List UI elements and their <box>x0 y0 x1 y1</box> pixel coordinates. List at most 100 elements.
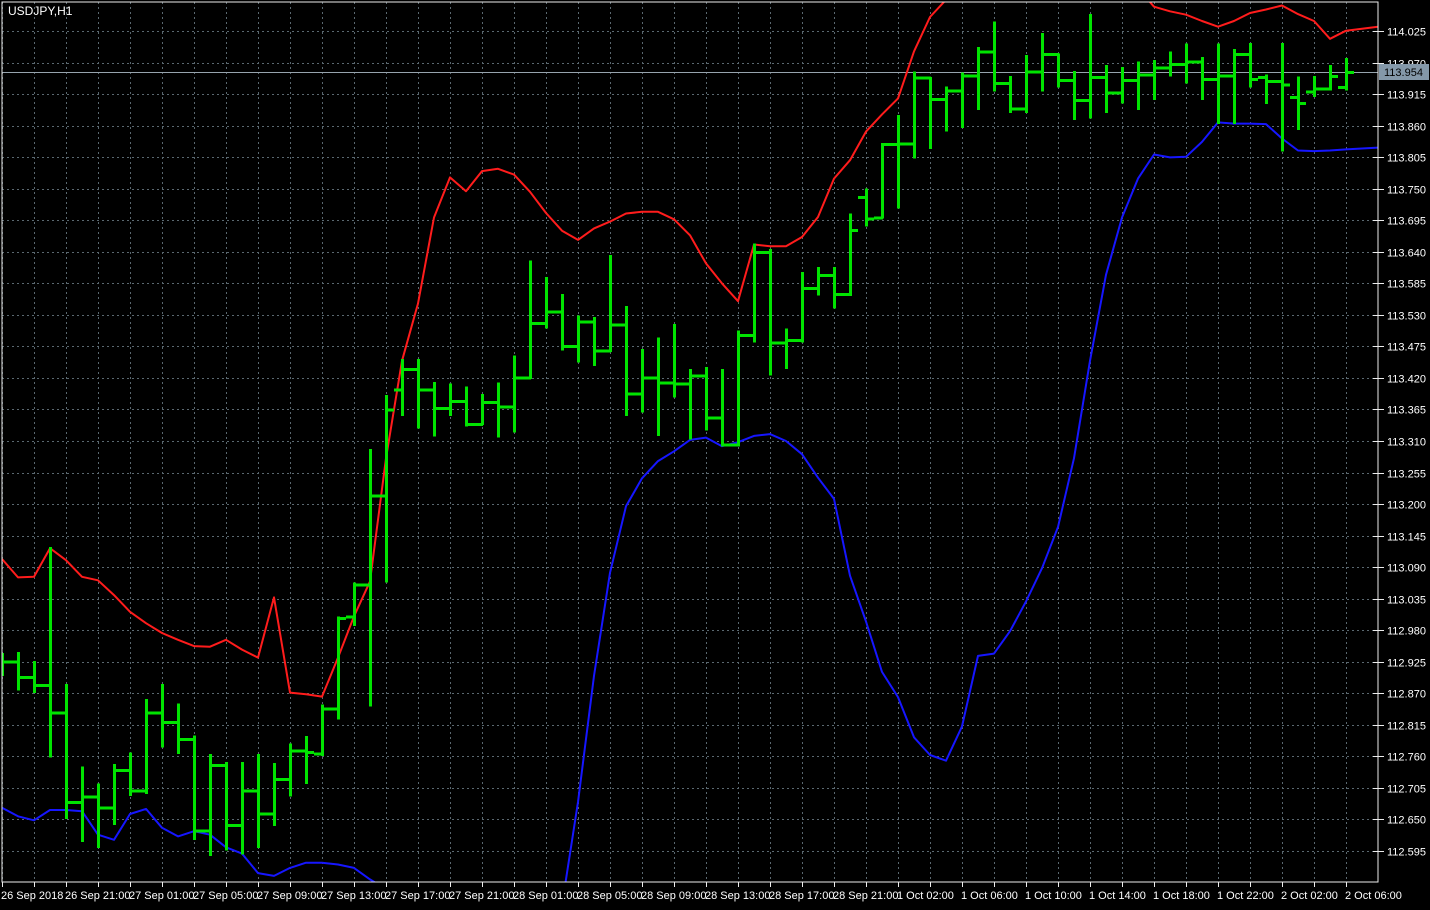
price-axis-label: 113.365 <box>1387 405 1426 417</box>
close-tick <box>385 408 394 412</box>
close-tick <box>225 823 234 827</box>
price-axis-label: 112.980 <box>1387 626 1426 638</box>
open-tick <box>234 823 243 827</box>
time-axis-label: 26 Sep 2018 <box>1 890 63 902</box>
open-tick <box>394 388 403 392</box>
close-tick <box>689 374 698 378</box>
price-axis-label: 113.255 <box>1387 469 1426 481</box>
close-tick <box>1249 77 1258 81</box>
close-tick <box>1329 75 1338 78</box>
open-tick <box>1226 74 1235 78</box>
close-tick <box>401 367 410 371</box>
close-tick <box>177 738 186 741</box>
open-tick <box>986 50 995 54</box>
close-tick <box>1313 87 1322 91</box>
close-tick <box>417 388 426 392</box>
open-tick <box>218 763 227 767</box>
open-tick <box>650 376 659 380</box>
chart-background <box>0 0 1430 910</box>
close-tick <box>753 250 762 254</box>
time-axis-label: 28 Sep 13:00 <box>705 890 770 902</box>
close-tick <box>97 806 106 810</box>
close-tick <box>497 405 506 409</box>
open-tick <box>1002 81 1011 85</box>
price-axis-label: 113.585 <box>1387 279 1426 291</box>
open-tick <box>522 376 531 380</box>
close-tick <box>1089 76 1098 80</box>
time-axis-label: 26 Sep 21:00 <box>65 890 130 902</box>
time-axis-label: 27 Sep 05:00 <box>193 890 258 902</box>
price-axis-label: 113.640 <box>1387 248 1426 260</box>
time-axis-label: 2 Oct 06:00 <box>1345 890 1402 902</box>
open-tick <box>330 707 339 711</box>
close-tick <box>241 789 250 793</box>
open-tick <box>106 806 115 810</box>
close-tick <box>1201 77 1210 81</box>
open-tick <box>1306 90 1315 94</box>
open-tick <box>250 789 259 793</box>
close-tick <box>577 320 586 324</box>
time-axis-label: 1 Oct 22:00 <box>1217 890 1274 902</box>
close-tick <box>625 392 634 396</box>
open-tick <box>1258 76 1267 80</box>
time-axis-label: 27 Sep 01:00 <box>129 890 194 902</box>
open-tick <box>1050 53 1059 57</box>
close-tick <box>17 676 26 680</box>
price-axis-label: 113.475 <box>1387 342 1426 354</box>
open-tick <box>1338 85 1347 89</box>
close-tick <box>33 684 42 688</box>
open-tick <box>154 711 163 715</box>
close-tick <box>1137 73 1146 77</box>
open-tick <box>1066 79 1075 82</box>
close-tick <box>993 81 1002 85</box>
price-axis-label: 113.310 <box>1387 437 1426 449</box>
open-tick <box>1082 99 1091 103</box>
open-tick <box>1274 80 1283 84</box>
time-axis-label: 27 Sep 09:00 <box>257 890 322 902</box>
open-tick <box>570 344 579 348</box>
open-tick <box>906 142 915 146</box>
open-tick <box>378 494 387 498</box>
open-tick <box>474 422 483 426</box>
open-tick <box>26 676 35 680</box>
close-tick <box>49 711 58 715</box>
close-tick <box>1153 66 1162 70</box>
close-tick <box>913 76 922 80</box>
open-tick <box>410 367 419 371</box>
close-tick <box>1345 71 1354 74</box>
time-axis-label: 27 Sep 21:00 <box>449 890 514 902</box>
close-tick <box>1217 74 1226 78</box>
close-tick <box>209 763 218 767</box>
close-tick <box>737 334 746 337</box>
close-tick <box>1121 79 1130 82</box>
close-tick <box>321 707 330 711</box>
close-tick <box>721 443 730 447</box>
open-tick <box>506 405 515 409</box>
open-tick <box>538 322 547 325</box>
close-tick <box>481 401 490 404</box>
open-tick <box>682 382 691 386</box>
chart-canvas[interactable]: 114.025113.970113.915113.860113.805113.7… <box>0 0 1430 910</box>
price-axis-label: 113.915 <box>1387 90 1426 102</box>
close-tick <box>961 74 970 78</box>
open-tick <box>1290 96 1299 100</box>
close-tick <box>1009 107 1018 111</box>
close-tick <box>897 142 906 146</box>
close-tick <box>1105 91 1114 95</box>
open-tick <box>1322 87 1331 91</box>
open-tick <box>842 292 851 296</box>
open-tick <box>442 406 451 410</box>
price-axis-label: 112.650 <box>1387 815 1426 827</box>
close-tick <box>1297 101 1306 105</box>
price-axis-label: 112.870 <box>1387 689 1426 701</box>
open-tick <box>1162 66 1171 70</box>
open-tick <box>1098 76 1107 80</box>
close-tick <box>369 494 378 498</box>
close-tick <box>1169 63 1178 66</box>
close-tick <box>1057 79 1066 82</box>
time-axis-label: 28 Sep 01:00 <box>513 890 578 902</box>
open-tick <box>426 388 435 392</box>
close-tick <box>161 720 170 724</box>
open-tick <box>602 349 611 353</box>
open-tick <box>618 323 627 327</box>
